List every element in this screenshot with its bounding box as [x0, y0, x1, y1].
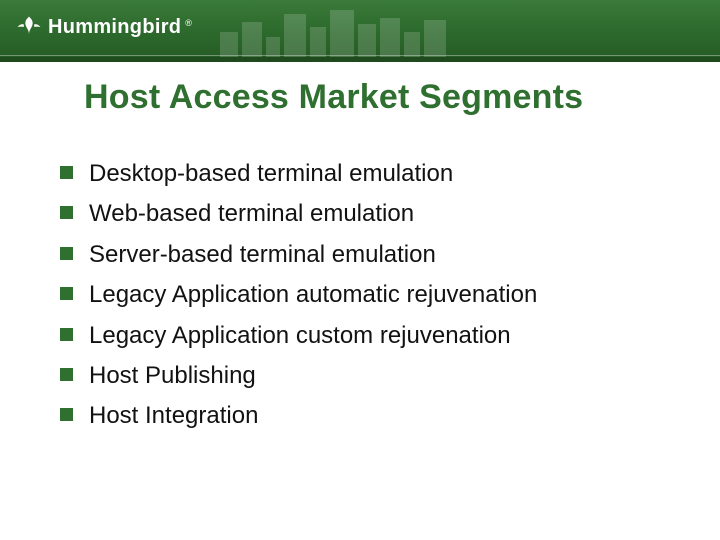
square-bullet-icon: [60, 166, 73, 179]
list-item: Host Integration: [60, 400, 660, 432]
bullet-list: Desktop-based terminal emulation Web-bas…: [60, 158, 660, 441]
bullet-text: Web-based terminal emulation: [89, 198, 414, 230]
slide: Hummingbird ® Host Access Market Segment…: [0, 0, 720, 540]
brand-logo: Hummingbird ®: [16, 14, 192, 40]
list-item: Web-based terminal emulation: [60, 198, 660, 230]
registered-trademark: ®: [185, 18, 192, 28]
bullet-text: Server-based terminal emulation: [89, 239, 436, 271]
square-bullet-icon: [60, 287, 73, 300]
bullet-text: Desktop-based terminal emulation: [89, 158, 453, 190]
square-bullet-icon: [60, 206, 73, 219]
square-bullet-icon: [60, 408, 73, 421]
bullet-text: Host Integration: [89, 400, 258, 432]
slide-title: Host Access Market Segments: [84, 78, 583, 117]
brand-name: Hummingbird: [48, 16, 181, 39]
list-item: Legacy Application custom rejuvenation: [60, 320, 660, 352]
hummingbird-icon: [16, 14, 42, 40]
square-bullet-icon: [60, 247, 73, 260]
bullet-text: Legacy Application custom rejuvenation: [89, 320, 511, 352]
list-item: Desktop-based terminal emulation: [60, 158, 660, 190]
list-item: Legacy Application automatic rejuvenatio…: [60, 279, 660, 311]
list-item: Host Publishing: [60, 360, 660, 392]
header-banner: Hummingbird ®: [0, 0, 720, 62]
bullet-text: Host Publishing: [89, 360, 256, 392]
bullet-text: Legacy Application automatic rejuvenatio…: [89, 279, 537, 311]
square-bullet-icon: [60, 328, 73, 341]
square-bullet-icon: [60, 368, 73, 381]
banner-cityscape-decoration: [220, 0, 600, 62]
list-item: Server-based terminal emulation: [60, 239, 660, 271]
